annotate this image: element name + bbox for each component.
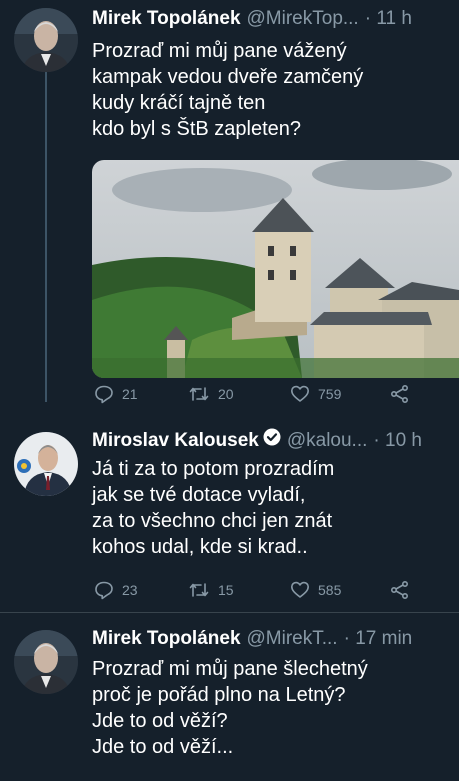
like-count: 759	[318, 386, 342, 402]
retweet-count: 20	[218, 386, 234, 402]
tweet-actions: 21 20 759	[92, 384, 432, 406]
retweet-button[interactable]: 20	[188, 384, 234, 404]
tweet-text: Prozraď mi můj pane vážený kampak vedou …	[92, 40, 364, 140]
author-handle[interactable]: @MirekT...	[247, 628, 338, 650]
share-button[interactable]	[390, 384, 410, 404]
reply-button[interactable]: 21	[94, 384, 138, 404]
tweet-time[interactable]: · 10 h	[373, 430, 422, 452]
tweet-text: Prozraď mi můj pane šlechetný proč je po…	[92, 658, 368, 758]
like-button[interactable]: 585	[290, 580, 341, 600]
heart-icon	[290, 384, 310, 404]
tweet-header: Mirek Topolánek @MirekT... · 17 min	[92, 628, 451, 654]
tweet-image-castle[interactable]	[92, 160, 459, 378]
reply-icon	[94, 384, 114, 404]
verified-badge-icon	[263, 428, 281, 446]
reply-icon	[94, 580, 114, 600]
like-count: 585	[318, 582, 342, 598]
tweet-header: Mirek Topolánek @MirekTop... · 11 h	[92, 8, 451, 34]
reply-button[interactable]: 23	[94, 580, 138, 600]
heart-icon	[290, 580, 310, 600]
tweet-header: Miroslav Kalousek @kalou... · 10 h	[92, 428, 451, 454]
share-icon	[390, 580, 410, 600]
author-name[interactable]: Miroslav Kalousek	[92, 430, 259, 452]
retweet-icon	[188, 580, 210, 600]
tweet-separator	[0, 612, 459, 613]
author-name[interactable]: Mirek Topolánek	[92, 8, 241, 30]
tweet-actions: 23 15 585	[92, 580, 432, 602]
author-handle[interactable]: @kalou...	[287, 430, 368, 452]
tweet-text: Já ti za to potom prozradím jak se tvé d…	[92, 458, 335, 558]
tweet-time[interactable]: · 11 h	[365, 8, 412, 30]
thread-line	[45, 72, 47, 402]
retweet-count: 15	[218, 582, 234, 598]
like-button[interactable]: 759	[290, 384, 341, 404]
tweet-time[interactable]: · 17 min	[344, 628, 413, 650]
avatar-kalousek[interactable]	[14, 432, 78, 496]
reply-count: 21	[122, 386, 138, 402]
avatar-topolanek[interactable]	[14, 8, 78, 72]
share-icon	[390, 384, 410, 404]
author-name[interactable]: Mirek Topolánek	[92, 628, 241, 650]
avatar-topolanek[interactable]	[14, 630, 78, 694]
share-button[interactable]	[390, 580, 410, 600]
retweet-icon	[188, 384, 210, 404]
author-handle[interactable]: @MirekTop...	[247, 8, 359, 30]
reply-count: 23	[122, 582, 138, 598]
retweet-button[interactable]: 15	[188, 580, 234, 600]
